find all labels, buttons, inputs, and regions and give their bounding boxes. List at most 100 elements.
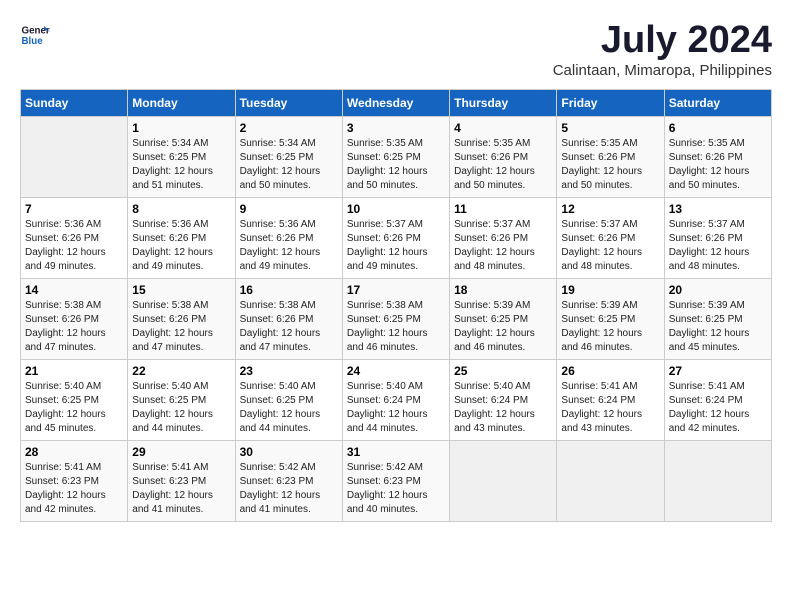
- calendar-week-row: 14 Sunrise: 5:38 AM Sunset: 6:26 PM Dayli…: [21, 278, 772, 359]
- calendar-cell: 17 Sunrise: 5:38 AM Sunset: 6:25 PM Dayli…: [342, 278, 449, 359]
- calendar-cell: 18 Sunrise: 5:39 AM Sunset: 6:25 PM Dayli…: [450, 278, 557, 359]
- calendar-cell: 10Sunrise: 5:37 AM Sunset: 6:26 PM Dayli…: [342, 197, 449, 278]
- logo: General Blue: [20, 20, 50, 50]
- day-number: 10: [347, 202, 445, 216]
- day-info: Sunrise: 5:39 AM Sunset: 6:25 PM Dayligh…: [454, 299, 552, 355]
- day-info: Sunrise: 5:35 AM Sunset: 6:25 PM Dayligh…: [347, 137, 445, 193]
- calendar-cell: [557, 440, 664, 521]
- day-number: 3: [347, 121, 445, 135]
- weekday-header-friday: Friday: [557, 89, 664, 116]
- calendar-cell: 28 Sunrise: 5:41 AM Sunset: 6:23 PM Dayli…: [21, 440, 128, 521]
- day-number: 17: [347, 283, 445, 297]
- day-number: 13: [669, 202, 767, 216]
- calendar-cell: 22 Sunrise: 5:40 AM Sunset: 6:25 PM Dayli…: [128, 359, 235, 440]
- weekday-header-thursday: Thursday: [450, 89, 557, 116]
- day-number: 8: [132, 202, 230, 216]
- day-number: 2: [240, 121, 338, 135]
- day-number: 6: [669, 121, 767, 135]
- day-info: Sunrise: 5:41 AM Sunset: 6:24 PM Dayligh…: [669, 380, 767, 436]
- day-info: Sunrise: 5:38 AM Sunset: 6:25 PM Dayligh…: [347, 299, 445, 355]
- day-info: Sunrise: 5:35 AM Sunset: 6:26 PM Dayligh…: [454, 137, 552, 193]
- calendar-week-row: 21 Sunrise: 5:40 AM Sunset: 6:25 PM Dayli…: [21, 359, 772, 440]
- day-number: 5: [561, 121, 659, 135]
- weekday-header-sunday: Sunday: [21, 89, 128, 116]
- day-number: 4: [454, 121, 552, 135]
- day-info: Sunrise: 5:37 AM Sunset: 6:26 PM Dayligh…: [669, 218, 767, 274]
- day-number: 20: [669, 283, 767, 297]
- day-number: 22: [132, 364, 230, 378]
- calendar-cell: 4 Sunrise: 5:35 AM Sunset: 6:26 PM Daylig…: [450, 116, 557, 197]
- day-info: Sunrise: 5:40 AM Sunset: 6:25 PM Dayligh…: [240, 380, 338, 436]
- calendar-cell: 8 Sunrise: 5:36 AM Sunset: 6:26 PM Daylig…: [128, 197, 235, 278]
- day-number: 15: [132, 283, 230, 297]
- weekday-header-row: SundayMondayTuesdayWednesdayThursdayFrid…: [21, 89, 772, 116]
- day-info: Sunrise: 5:39 AM Sunset: 6:25 PM Dayligh…: [669, 299, 767, 355]
- day-number: 18: [454, 283, 552, 297]
- calendar-cell: 14 Sunrise: 5:38 AM Sunset: 6:26 PM Dayli…: [21, 278, 128, 359]
- day-number: 25: [454, 364, 552, 378]
- day-info: Sunrise: 5:39 AM Sunset: 6:25 PM Dayligh…: [561, 299, 659, 355]
- day-number: 14: [25, 283, 123, 297]
- weekday-header-monday: Monday: [128, 89, 235, 116]
- calendar-cell: 31Sunrise: 5:42 AM Sunset: 6:23 PM Dayli…: [342, 440, 449, 521]
- day-info: Sunrise: 5:37 AM Sunset: 6:26 PM Dayligh…: [561, 218, 659, 274]
- day-info: Sunrise: 5:40 AM Sunset: 6:25 PM Dayligh…: [25, 380, 123, 436]
- day-info: Sunrise: 5:38 AM Sunset: 6:26 PM Dayligh…: [25, 299, 123, 355]
- calendar-cell: 27 Sunrise: 5:41 AM Sunset: 6:24 PM Dayli…: [664, 359, 771, 440]
- day-number: 7: [25, 202, 123, 216]
- calendar-cell: 21 Sunrise: 5:40 AM Sunset: 6:25 PM Dayli…: [21, 359, 128, 440]
- calendar-cell: 2 Sunrise: 5:34 AM Sunset: 6:25 PM Daylig…: [235, 116, 342, 197]
- day-info: Sunrise: 5:36 AM Sunset: 6:26 PM Dayligh…: [132, 218, 230, 274]
- calendar-week-row: 7 Sunrise: 5:36 AM Sunset: 6:26 PM Daylig…: [21, 197, 772, 278]
- calendar-cell: 19 Sunrise: 5:39 AM Sunset: 6:25 PM Dayli…: [557, 278, 664, 359]
- day-number: 19: [561, 283, 659, 297]
- calendar-cell: 12 Sunrise: 5:37 AM Sunset: 6:26 PM Dayli…: [557, 197, 664, 278]
- day-info: Sunrise: 5:41 AM Sunset: 6:23 PM Dayligh…: [25, 461, 123, 517]
- month-year-title: July 2024: [553, 20, 772, 62]
- day-number: 16: [240, 283, 338, 297]
- weekday-header-wednesday: Wednesday: [342, 89, 449, 116]
- page-header: General Blue July 2024 Calintaan, Mimaro…: [20, 20, 772, 79]
- day-info: Sunrise: 5:40 AM Sunset: 6:25 PM Dayligh…: [132, 380, 230, 436]
- title-section: July 2024 Calintaan, Mimaropa, Philippin…: [553, 20, 772, 79]
- calendar-cell: 16Sunrise: 5:38 AM Sunset: 6:26 PM Dayli…: [235, 278, 342, 359]
- calendar-table: SundayMondayTuesdayWednesdayThursdayFrid…: [20, 89, 772, 522]
- day-info: Sunrise: 5:36 AM Sunset: 6:26 PM Dayligh…: [240, 218, 338, 274]
- calendar-cell: 11 Sunrise: 5:37 AM Sunset: 6:26 PM Dayli…: [450, 197, 557, 278]
- day-info: Sunrise: 5:40 AM Sunset: 6:24 PM Dayligh…: [454, 380, 552, 436]
- calendar-week-row: 1 Sunrise: 5:34 AM Sunset: 6:25 PM Daylig…: [21, 116, 772, 197]
- calendar-cell: 25 Sunrise: 5:40 AM Sunset: 6:24 PM Dayli…: [450, 359, 557, 440]
- day-number: 11: [454, 202, 552, 216]
- day-info: Sunrise: 5:37 AM Sunset: 6:26 PM Dayligh…: [454, 218, 552, 274]
- day-info: Sunrise: 5:42 AM Sunset: 6:23 PM Dayligh…: [240, 461, 338, 517]
- day-info: Sunrise: 5:34 AM Sunset: 6:25 PM Dayligh…: [132, 137, 230, 193]
- calendar-cell: 26 Sunrise: 5:41 AM Sunset: 6:24 PM Dayli…: [557, 359, 664, 440]
- calendar-cell: 7Sunrise: 5:36 AM Sunset: 6:26 PM Daylig…: [21, 197, 128, 278]
- weekday-header-tuesday: Tuesday: [235, 89, 342, 116]
- svg-text:General: General: [22, 26, 51, 37]
- calendar-cell: 29 Sunrise: 5:41 AM Sunset: 6:23 PM Dayli…: [128, 440, 235, 521]
- location-subtitle: Calintaan, Mimaropa, Philippines: [553, 62, 772, 79]
- day-number: 30: [240, 445, 338, 459]
- day-info: Sunrise: 5:35 AM Sunset: 6:26 PM Dayligh…: [669, 137, 767, 193]
- day-info: Sunrise: 5:34 AM Sunset: 6:25 PM Dayligh…: [240, 137, 338, 193]
- day-number: 24: [347, 364, 445, 378]
- day-info: Sunrise: 5:40 AM Sunset: 6:24 PM Dayligh…: [347, 380, 445, 436]
- calendar-cell: [450, 440, 557, 521]
- day-info: Sunrise: 5:42 AM Sunset: 6:23 PM Dayligh…: [347, 461, 445, 517]
- day-info: Sunrise: 5:35 AM Sunset: 6:26 PM Dayligh…: [561, 137, 659, 193]
- day-number: 29: [132, 445, 230, 459]
- day-info: Sunrise: 5:41 AM Sunset: 6:24 PM Dayligh…: [561, 380, 659, 436]
- day-number: 12: [561, 202, 659, 216]
- day-number: 9: [240, 202, 338, 216]
- calendar-cell: [21, 116, 128, 197]
- day-number: 21: [25, 364, 123, 378]
- day-info: Sunrise: 5:41 AM Sunset: 6:23 PM Dayligh…: [132, 461, 230, 517]
- day-number: 1: [132, 121, 230, 135]
- calendar-cell: 13 Sunrise: 5:37 AM Sunset: 6:26 PM Dayli…: [664, 197, 771, 278]
- day-number: 27: [669, 364, 767, 378]
- day-number: 26: [561, 364, 659, 378]
- day-number: 23: [240, 364, 338, 378]
- calendar-cell: 15Sunrise: 5:38 AM Sunset: 6:26 PM Dayli…: [128, 278, 235, 359]
- day-number: 28: [25, 445, 123, 459]
